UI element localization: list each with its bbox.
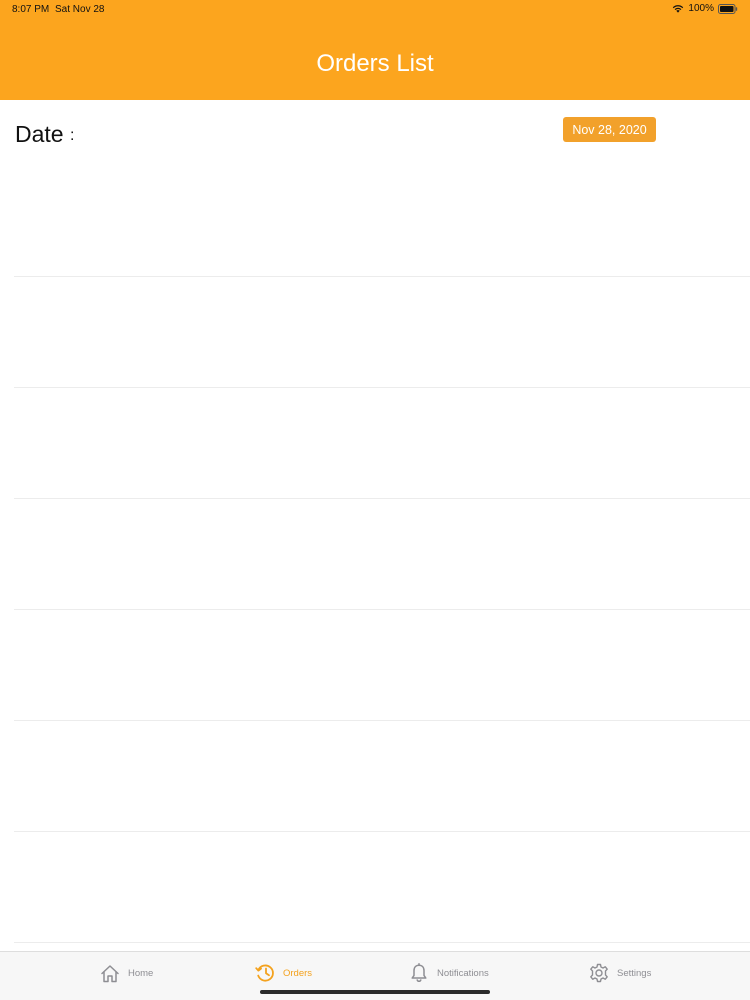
list-item[interactable]: [14, 166, 750, 277]
bell-icon: [408, 962, 430, 984]
list-item[interactable]: [14, 832, 750, 943]
tab-settings[interactable]: Settings: [588, 962, 651, 984]
tab-label: Orders: [283, 967, 313, 979]
battery-percent: 100%: [688, 3, 714, 14]
list-item[interactable]: [14, 277, 750, 388]
status-bar: 8:07 PM Sat Nov 28 100%: [0, 0, 750, 18]
date-label: Date: [15, 121, 64, 147]
wifi-icon: [672, 4, 684, 13]
tab-label: Home: [128, 967, 154, 979]
list-item[interactable]: [14, 499, 750, 610]
home-icon: [99, 962, 121, 984]
list-item[interactable]: [14, 610, 750, 721]
battery-icon: [718, 3, 738, 14]
history-icon: [254, 962, 276, 984]
gear-icon: [588, 962, 610, 984]
status-time: 8:07 PM: [12, 4, 50, 15]
list-item[interactable]: [14, 721, 750, 832]
date-separator: :: [70, 127, 75, 144]
home-indicator: [260, 990, 490, 994]
status-date: Sat Nov 28: [55, 4, 105, 15]
tab-label: Notifications: [437, 967, 489, 979]
page-title: Orders List: [316, 50, 434, 77]
app-header: 8:07 PM Sat Nov 28 100% Orders List: [0, 0, 750, 100]
tab-notifications[interactable]: Notifications: [408, 962, 489, 984]
status-indicators: 100%: [672, 3, 738, 14]
date-picker-button[interactable]: Nov 28, 2020: [563, 117, 656, 142]
tab-orders[interactable]: Orders: [254, 962, 312, 984]
list-item[interactable]: [14, 388, 750, 499]
tab-label: Settings: [617, 967, 652, 979]
tab-home[interactable]: Home: [99, 962, 153, 984]
